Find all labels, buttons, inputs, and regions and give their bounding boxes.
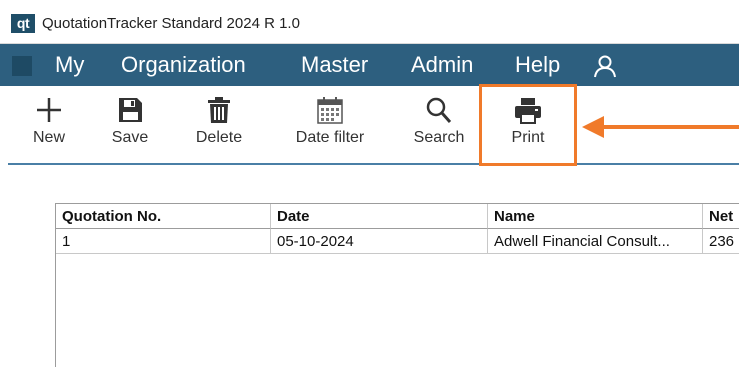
menu-item-master[interactable]: Master	[301, 50, 368, 80]
floppy-disk-icon	[119, 98, 142, 122]
calendar-icon	[317, 97, 343, 124]
table-row[interactable]: 1 05-10-2024 Adwell Financial Consult...…	[56, 229, 739, 254]
search-button-label: Search	[413, 129, 465, 146]
cell-net[interactable]: 236	[703, 229, 739, 254]
delete-button-label: Delete	[195, 129, 243, 146]
delete-button[interactable]: Delete	[190, 96, 248, 160]
user-icon[interactable]	[592, 53, 618, 79]
app-logo: qt	[11, 14, 35, 33]
column-header-net[interactable]: Net	[703, 204, 739, 229]
menu-item-my[interactable]: My	[55, 50, 84, 80]
date-filter-button[interactable]: Date filter	[287, 96, 373, 160]
save-button-label: Save	[111, 129, 149, 146]
print-highlight-box	[479, 84, 577, 166]
column-header-name[interactable]: Name	[488, 204, 703, 229]
quotation-table: Quotation No. Date Name Net 1 05-10-2024…	[55, 203, 739, 367]
toolbar-separator	[8, 163, 739, 165]
column-header-date[interactable]: Date	[271, 204, 488, 229]
title-bar: qt QuotationTracker Standard 2024 R 1.0	[0, 0, 739, 44]
plus-icon	[37, 98, 61, 122]
table-header-row: Quotation No. Date Name Net	[56, 204, 739, 229]
save-button[interactable]: Save	[108, 96, 152, 160]
cell-name[interactable]: Adwell Financial Consult...	[488, 229, 703, 254]
column-header-quotation-no[interactable]: Quotation No.	[56, 204, 271, 229]
menu-square-icon	[12, 56, 32, 76]
menu-item-help[interactable]: Help	[515, 50, 560, 80]
new-button-label: New	[32, 129, 65, 146]
magnifier-icon	[426, 97, 452, 123]
cell-quotation-no[interactable]: 1	[56, 229, 271, 254]
date-filter-button-label: Date filter	[295, 129, 365, 146]
menu-item-admin[interactable]: Admin	[411, 50, 473, 80]
search-button[interactable]: Search	[409, 96, 469, 160]
cell-date[interactable]: 05-10-2024	[271, 229, 488, 254]
arrow-left-icon	[582, 116, 739, 138]
menu-bar: My Organization Master Admin Help	[0, 44, 739, 86]
menu-item-organization[interactable]: Organization	[121, 50, 246, 80]
new-button[interactable]: New	[29, 96, 69, 160]
window-title: QuotationTracker Standard 2024 R 1.0	[42, 15, 300, 32]
trash-icon	[208, 97, 230, 123]
